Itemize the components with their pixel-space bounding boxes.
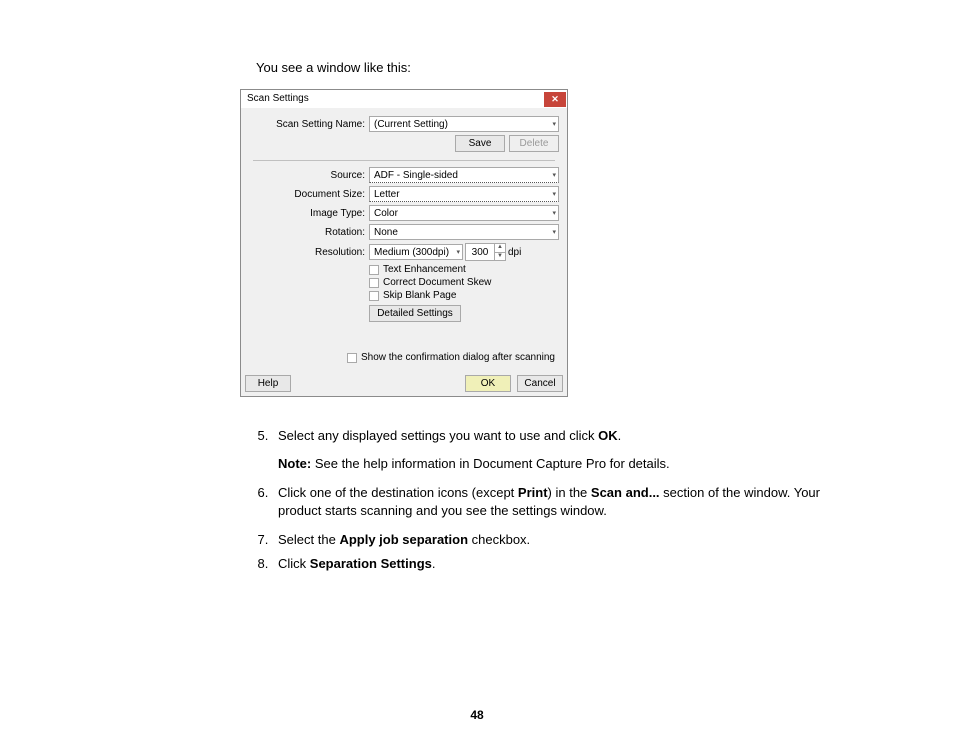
divider: [253, 160, 555, 161]
step-5-note: Note: See the help information in Docume…: [278, 455, 844, 473]
step-8: Click Separation Settings.: [272, 555, 844, 573]
chevron-down-icon: ▾: [456, 249, 460, 256]
skip-blank-label: Skip Blank Page: [383, 290, 456, 301]
dpi-spinner[interactable]: 300 ▲ ▼: [465, 243, 506, 261]
chevron-down-icon: ▾: [552, 229, 556, 236]
resolution-select[interactable]: Medium (300dpi) ▾: [369, 244, 463, 260]
step-7: Select the Apply job separation checkbox…: [272, 531, 844, 549]
imgtype-value: Color: [374, 208, 398, 219]
imgtype-select[interactable]: Color ▾: [369, 205, 559, 221]
step-5: Select any displayed settings you want t…: [272, 427, 844, 472]
imgtype-label: Image Type:: [249, 208, 369, 219]
cancel-button[interactable]: Cancel: [517, 375, 563, 392]
resolution-value: Medium (300dpi): [374, 247, 449, 258]
text-enhancement-checkbox[interactable]: [369, 265, 379, 275]
rotation-label: Rotation:: [249, 227, 369, 238]
text-enhancement-label: Text Enhancement: [383, 264, 466, 275]
dialog-titlebar: Scan Settings ✕: [241, 90, 567, 108]
step-6: Click one of the destination icons (exce…: [272, 484, 844, 519]
source-value: ADF - Single-sided: [374, 170, 458, 181]
chevron-down-icon: ▾: [552, 191, 556, 198]
spinner-down-icon[interactable]: ▼: [495, 252, 505, 261]
save-button[interactable]: Save: [455, 135, 505, 152]
close-icon[interactable]: ✕: [544, 92, 566, 107]
dpi-label: dpi: [508, 247, 521, 258]
scan-name-label: Scan Setting Name:: [249, 119, 369, 130]
skip-blank-checkbox[interactable]: [369, 291, 379, 301]
correct-skew-label: Correct Document Skew: [383, 277, 491, 288]
source-label: Source:: [249, 170, 369, 181]
rotation-value: None: [374, 227, 398, 238]
correct-skew-checkbox[interactable]: [369, 278, 379, 288]
docsize-value: Letter: [374, 189, 400, 200]
intro-text: You see a window like this:: [256, 60, 844, 75]
rotation-select[interactable]: None ▾: [369, 224, 559, 240]
chevron-down-icon: ▾: [552, 210, 556, 217]
spinner-up-icon[interactable]: ▲: [495, 244, 505, 252]
chevron-down-icon: ▾: [552, 172, 556, 179]
show-confirm-checkbox[interactable]: [347, 353, 357, 363]
detailed-settings-button[interactable]: Detailed Settings: [369, 305, 461, 322]
help-button[interactable]: Help: [245, 375, 291, 392]
resolution-label: Resolution:: [249, 247, 369, 258]
source-select[interactable]: ADF - Single-sided ▾: [369, 167, 559, 183]
page-number: 48: [0, 708, 954, 722]
ok-button[interactable]: OK: [465, 375, 511, 392]
scan-name-value: (Current Setting): [374, 119, 448, 130]
scan-settings-dialog: Scan Settings ✕ Scan Setting Name: (Curr…: [240, 89, 568, 397]
scan-name-select[interactable]: (Current Setting) ▾: [369, 116, 559, 132]
dpi-value: 300: [466, 244, 494, 260]
delete-button[interactable]: Delete: [509, 135, 559, 152]
instruction-list: Select any displayed settings you want t…: [272, 427, 844, 572]
chevron-down-icon: ▾: [552, 121, 556, 128]
dialog-screenshot: Scan Settings ✕ Scan Setting Name: (Curr…: [240, 89, 844, 397]
show-confirm-label: Show the confirmation dialog after scann…: [361, 352, 555, 363]
docsize-label: Document Size:: [249, 189, 369, 200]
dialog-title: Scan Settings: [247, 90, 309, 108]
docsize-select[interactable]: Letter ▾: [369, 186, 559, 202]
